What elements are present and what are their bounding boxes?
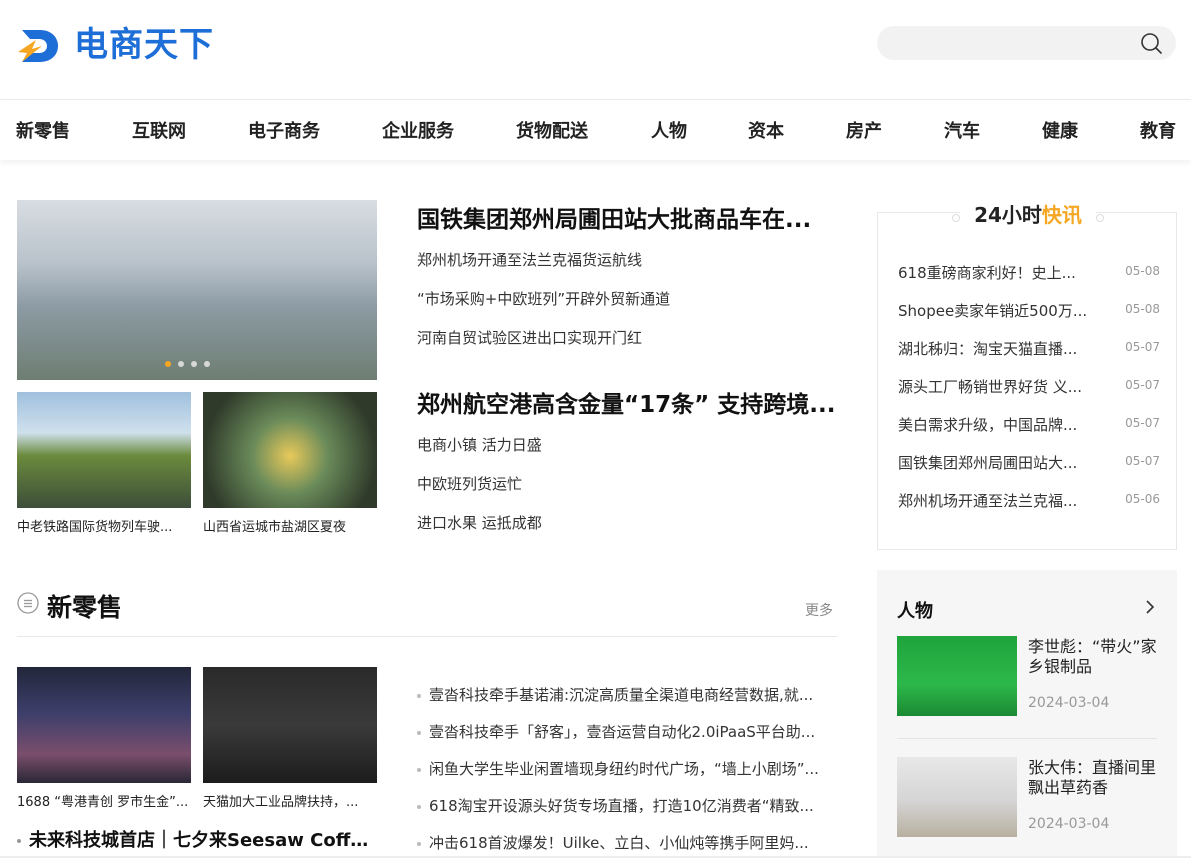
ring-decoration-icon: [952, 213, 961, 222]
carousel-dot[interactable]: [178, 361, 184, 367]
search-box: [877, 26, 1176, 60]
flash-item-text[interactable]: 国铁集团郑州局圃田站大...: [898, 452, 1093, 473]
flash-item[interactable]: 郑州机场开通至法兰克福... 05-06: [898, 490, 1160, 510]
headline-link[interactable]: 国铁集团郑州局圃田站大批商品车在...: [417, 200, 837, 234]
search-icon[interactable]: [1140, 32, 1162, 54]
flash-item-text[interactable]: 郑州机场开通至法兰克福...: [898, 490, 1093, 511]
sub-news-link[interactable]: 进口水果 运抵成都: [417, 512, 837, 533]
flash-item-text[interactable]: 湖北秭归：淘宝天猫直播...: [898, 338, 1093, 359]
site-logo[interactable]: 电商天下: [16, 22, 214, 68]
section-news-link[interactable]: 618淘宝开设源头好货专场直播，打造10亿消费者“精致...: [417, 795, 837, 816]
nav-item-people[interactable]: 人物: [651, 100, 687, 160]
section-news-link[interactable]: 壹沓科技牵手「舒客」，壹沓运营自动化2.0iPaaS平台助...: [417, 721, 837, 742]
flash-item[interactable]: 湖北秭归：淘宝天猫直播... 05-07: [898, 338, 1160, 358]
flash-item-text[interactable]: 618重磅商家利好！史上...: [898, 262, 1093, 283]
section-image-caption[interactable]: 天猫加大工业品牌扶持，...: [203, 791, 377, 810]
flash-item-date: 05-08: [1125, 302, 1160, 316]
flash-item-date: 05-07: [1125, 416, 1160, 430]
flash-news-panel: 24小时快讯 618重磅商家利好！史上... 05-08 Shopee卖家年销近5…: [877, 203, 1177, 550]
flash-item-date: 05-06: [1125, 492, 1160, 506]
more-link[interactable]: 更多: [805, 600, 833, 620]
flash-item-text[interactable]: 美白需求升级，中国品牌...: [898, 414, 1093, 435]
flash-item-date: 05-07: [1125, 378, 1160, 392]
thumb-caption[interactable]: 中老铁路国际货物列车驶...: [17, 516, 191, 535]
nav-item-auto[interactable]: 汽车: [944, 100, 980, 160]
sub-news-link[interactable]: 河南自贸试验区进出口实现开门红: [417, 327, 837, 348]
nav-item-new-retail[interactable]: 新零售: [16, 100, 70, 160]
featured-thumb-railway[interactable]: [17, 392, 191, 508]
section-title: 新零售: [47, 593, 123, 622]
section-news-link[interactable]: 壹沓科技牵手基诺浦:沉淀高质量全渠道电商经营数据,就...: [417, 684, 837, 705]
nav-item-enterprise[interactable]: 企业服务: [382, 100, 454, 160]
flash-title-a: 24小时: [974, 203, 1042, 227]
sub-news-link[interactable]: 中欧班列货运忙: [417, 473, 837, 494]
nav-item-realestate[interactable]: 房产: [846, 100, 882, 160]
brand-name: 电商天下: [74, 25, 214, 65]
flash-item[interactable]: 源头工厂畅销世界好货 义... 05-07: [898, 376, 1160, 396]
flash-item[interactable]: 618重磅商家利好！史上... 05-08: [898, 262, 1160, 282]
site-header: 电商天下: [0, 0, 1191, 100]
carousel-dot[interactable]: [191, 361, 197, 367]
flash-item-date: 05-08: [1125, 264, 1160, 278]
people-panel: 人物 李世彪：“带火”家乡银制品 2024-03-04 张大伟：直播间里飘出草药…: [877, 570, 1177, 858]
section-image-award[interactable]: [203, 667, 377, 783]
nav-item-education[interactable]: 教育: [1140, 100, 1176, 160]
thumb-caption[interactable]: 山西省运城市盐湖区夏夜: [203, 516, 377, 535]
flash-item[interactable]: Shopee卖家年销近500万... 05-08: [898, 300, 1160, 320]
flash-item-date: 05-07: [1125, 340, 1160, 354]
person-date: 2024-03-04: [1028, 816, 1110, 832]
section-divider: [17, 636, 837, 637]
carousel-dot[interactable]: [165, 361, 171, 367]
sub-news-link[interactable]: “市场采购+中欧班列”开辟外贸新通道: [417, 288, 837, 309]
flash-item-date: 05-07: [1125, 454, 1160, 468]
ring-decoration-icon: [1095, 213, 1104, 222]
headline-link[interactable]: 郑州航空港高含金量“17条” 支持跨境...: [417, 385, 837, 419]
section-list-icon: [17, 592, 39, 614]
section-lead-link[interactable]: 未来科技城首店｜七夕来Seesaw Coffee...: [17, 826, 377, 852]
nav-item-capital[interactable]: 资本: [748, 100, 784, 160]
carousel-dots: [165, 361, 210, 367]
main-nav: 新零售 互联网 电子商务 企业服务 货物配送 人物 资本 房产 汽车 健康 教育: [0, 100, 1191, 160]
flash-item[interactable]: 美白需求升级，中国品牌... 05-07: [898, 414, 1160, 434]
nav-item-delivery[interactable]: 货物配送: [516, 100, 588, 160]
nav-item-health[interactable]: 健康: [1042, 100, 1078, 160]
chevron-right-icon[interactable]: [1143, 599, 1157, 615]
section-image-caption[interactable]: 1688 “粤港青创 罗市生金”...: [17, 791, 191, 810]
person-image[interactable]: [897, 636, 1017, 716]
flash-item-text[interactable]: Shopee卖家年销近500万...: [898, 300, 1093, 321]
featured-main-image[interactable]: [17, 200, 377, 380]
sub-news-link[interactable]: 郑州机场开通至法兰克福货运航线: [417, 249, 837, 270]
logo-d-icon: [18, 30, 58, 62]
section-image-event[interactable]: [17, 667, 191, 783]
nav-item-ecommerce[interactable]: 电子商务: [248, 100, 320, 160]
person-image[interactable]: [897, 757, 1017, 837]
flash-item-text[interactable]: 源头工厂畅销世界好货 义...: [898, 376, 1093, 397]
person-name-link[interactable]: 李世彪：“带火”家乡银制品: [1028, 637, 1163, 677]
sub-news-link[interactable]: 电商小镇 活力日盛: [417, 434, 837, 455]
person-date: 2024-03-04: [1028, 695, 1110, 711]
flash-title: 24小时快讯: [878, 199, 1178, 228]
section-news-link[interactable]: 冲击618首波爆发！Uilke、立白、小仙炖等携手阿里妈...: [417, 832, 837, 853]
carousel-dot[interactable]: [204, 361, 210, 367]
nav-item-internet[interactable]: 互联网: [132, 100, 186, 160]
people-title: 人物: [897, 601, 933, 622]
featured-thumb-night[interactable]: [203, 392, 377, 508]
section-news-link[interactable]: 闲鱼大学生毕业闲置墙现身纽约时代广场，“墙上小剧场”...: [417, 758, 837, 779]
flash-title-b: 快讯: [1041, 203, 1082, 227]
person-name-link[interactable]: 张大伟：直播间里飘出草药香: [1028, 758, 1163, 798]
search-input[interactable]: [893, 26, 1133, 60]
flash-item[interactable]: 国铁集团郑州局圃田站大... 05-07: [898, 452, 1160, 472]
people-divider: [897, 738, 1157, 739]
